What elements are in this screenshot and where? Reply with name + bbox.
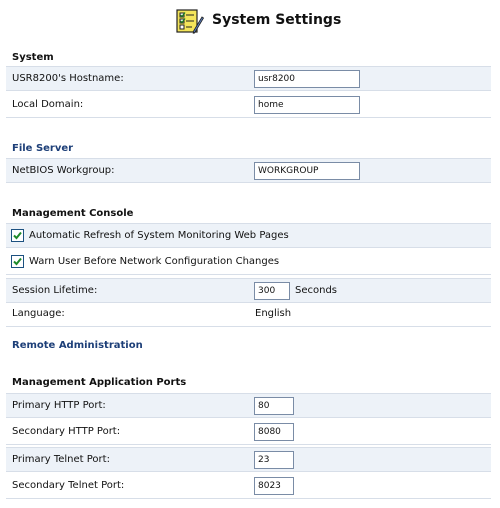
- primary-http-row: Primary HTTP Port:: [6, 393, 491, 418]
- checkmark-icon: [13, 257, 22, 266]
- primary-telnet-row: Primary Telnet Port:: [6, 447, 491, 472]
- local-domain-input[interactable]: [254, 96, 360, 114]
- workgroup-label: NetBIOS Workgroup:: [12, 165, 115, 176]
- hostname-input[interactable]: [254, 70, 360, 88]
- local-domain-row: Local Domain:: [6, 93, 491, 118]
- primary-http-input[interactable]: [254, 397, 294, 415]
- language-label: Language:: [12, 308, 65, 319]
- secondary-telnet-row: Secondary Telnet Port:: [6, 474, 491, 499]
- secondary-http-input[interactable]: [254, 423, 294, 441]
- auto-refresh-row: Automatic Refresh of System Monitoring W…: [6, 223, 491, 248]
- language-row: Language: English: [6, 302, 491, 327]
- primary-telnet-label: Primary Telnet Port:: [12, 454, 110, 465]
- page-header: System Settings: [0, 0, 500, 40]
- secondary-telnet-label: Secondary Telnet Port:: [12, 480, 125, 491]
- session-lifetime-input[interactable]: [254, 282, 290, 300]
- remote-administration-link[interactable]: Remote Administration: [12, 340, 143, 351]
- secondary-http-label: Secondary HTTP Port:: [12, 426, 121, 437]
- auto-refresh-label: Automatic Refresh of System Monitoring W…: [29, 230, 289, 241]
- workgroup-row: NetBIOS Workgroup:: [6, 158, 491, 183]
- auto-refresh-checkbox[interactable]: [11, 229, 24, 242]
- page-title: System Settings: [212, 12, 342, 28]
- primary-http-label: Primary HTTP Port:: [12, 400, 106, 411]
- checkmark-icon: [13, 231, 22, 240]
- workgroup-input[interactable]: [254, 162, 360, 180]
- settings-checklist-icon: [176, 7, 205, 35]
- hostname-row: USR8200's Hostname:: [6, 66, 491, 91]
- section-ports-heading: Management Application Ports: [12, 377, 187, 388]
- section-system-heading: System: [12, 52, 54, 63]
- session-lifetime-label: Session Lifetime:: [12, 285, 98, 296]
- session-lifetime-unit: Seconds: [295, 285, 338, 296]
- primary-telnet-input[interactable]: [254, 451, 294, 469]
- warn-user-row: Warn User Before Network Configuration C…: [6, 250, 491, 275]
- language-value: English: [255, 308, 292, 319]
- secondary-http-row: Secondary HTTP Port:: [6, 420, 491, 445]
- section-file-server-heading: File Server: [12, 143, 74, 154]
- hostname-label: USR8200's Hostname:: [12, 73, 124, 84]
- warn-user-checkbox[interactable]: [11, 255, 24, 268]
- session-lifetime-row: Session Lifetime: Seconds: [6, 278, 491, 303]
- local-domain-label: Local Domain:: [12, 99, 84, 110]
- section-management-console-heading: Management Console: [12, 208, 134, 219]
- warn-user-label: Warn User Before Network Configuration C…: [29, 256, 280, 267]
- secondary-telnet-input[interactable]: [254, 477, 294, 495]
